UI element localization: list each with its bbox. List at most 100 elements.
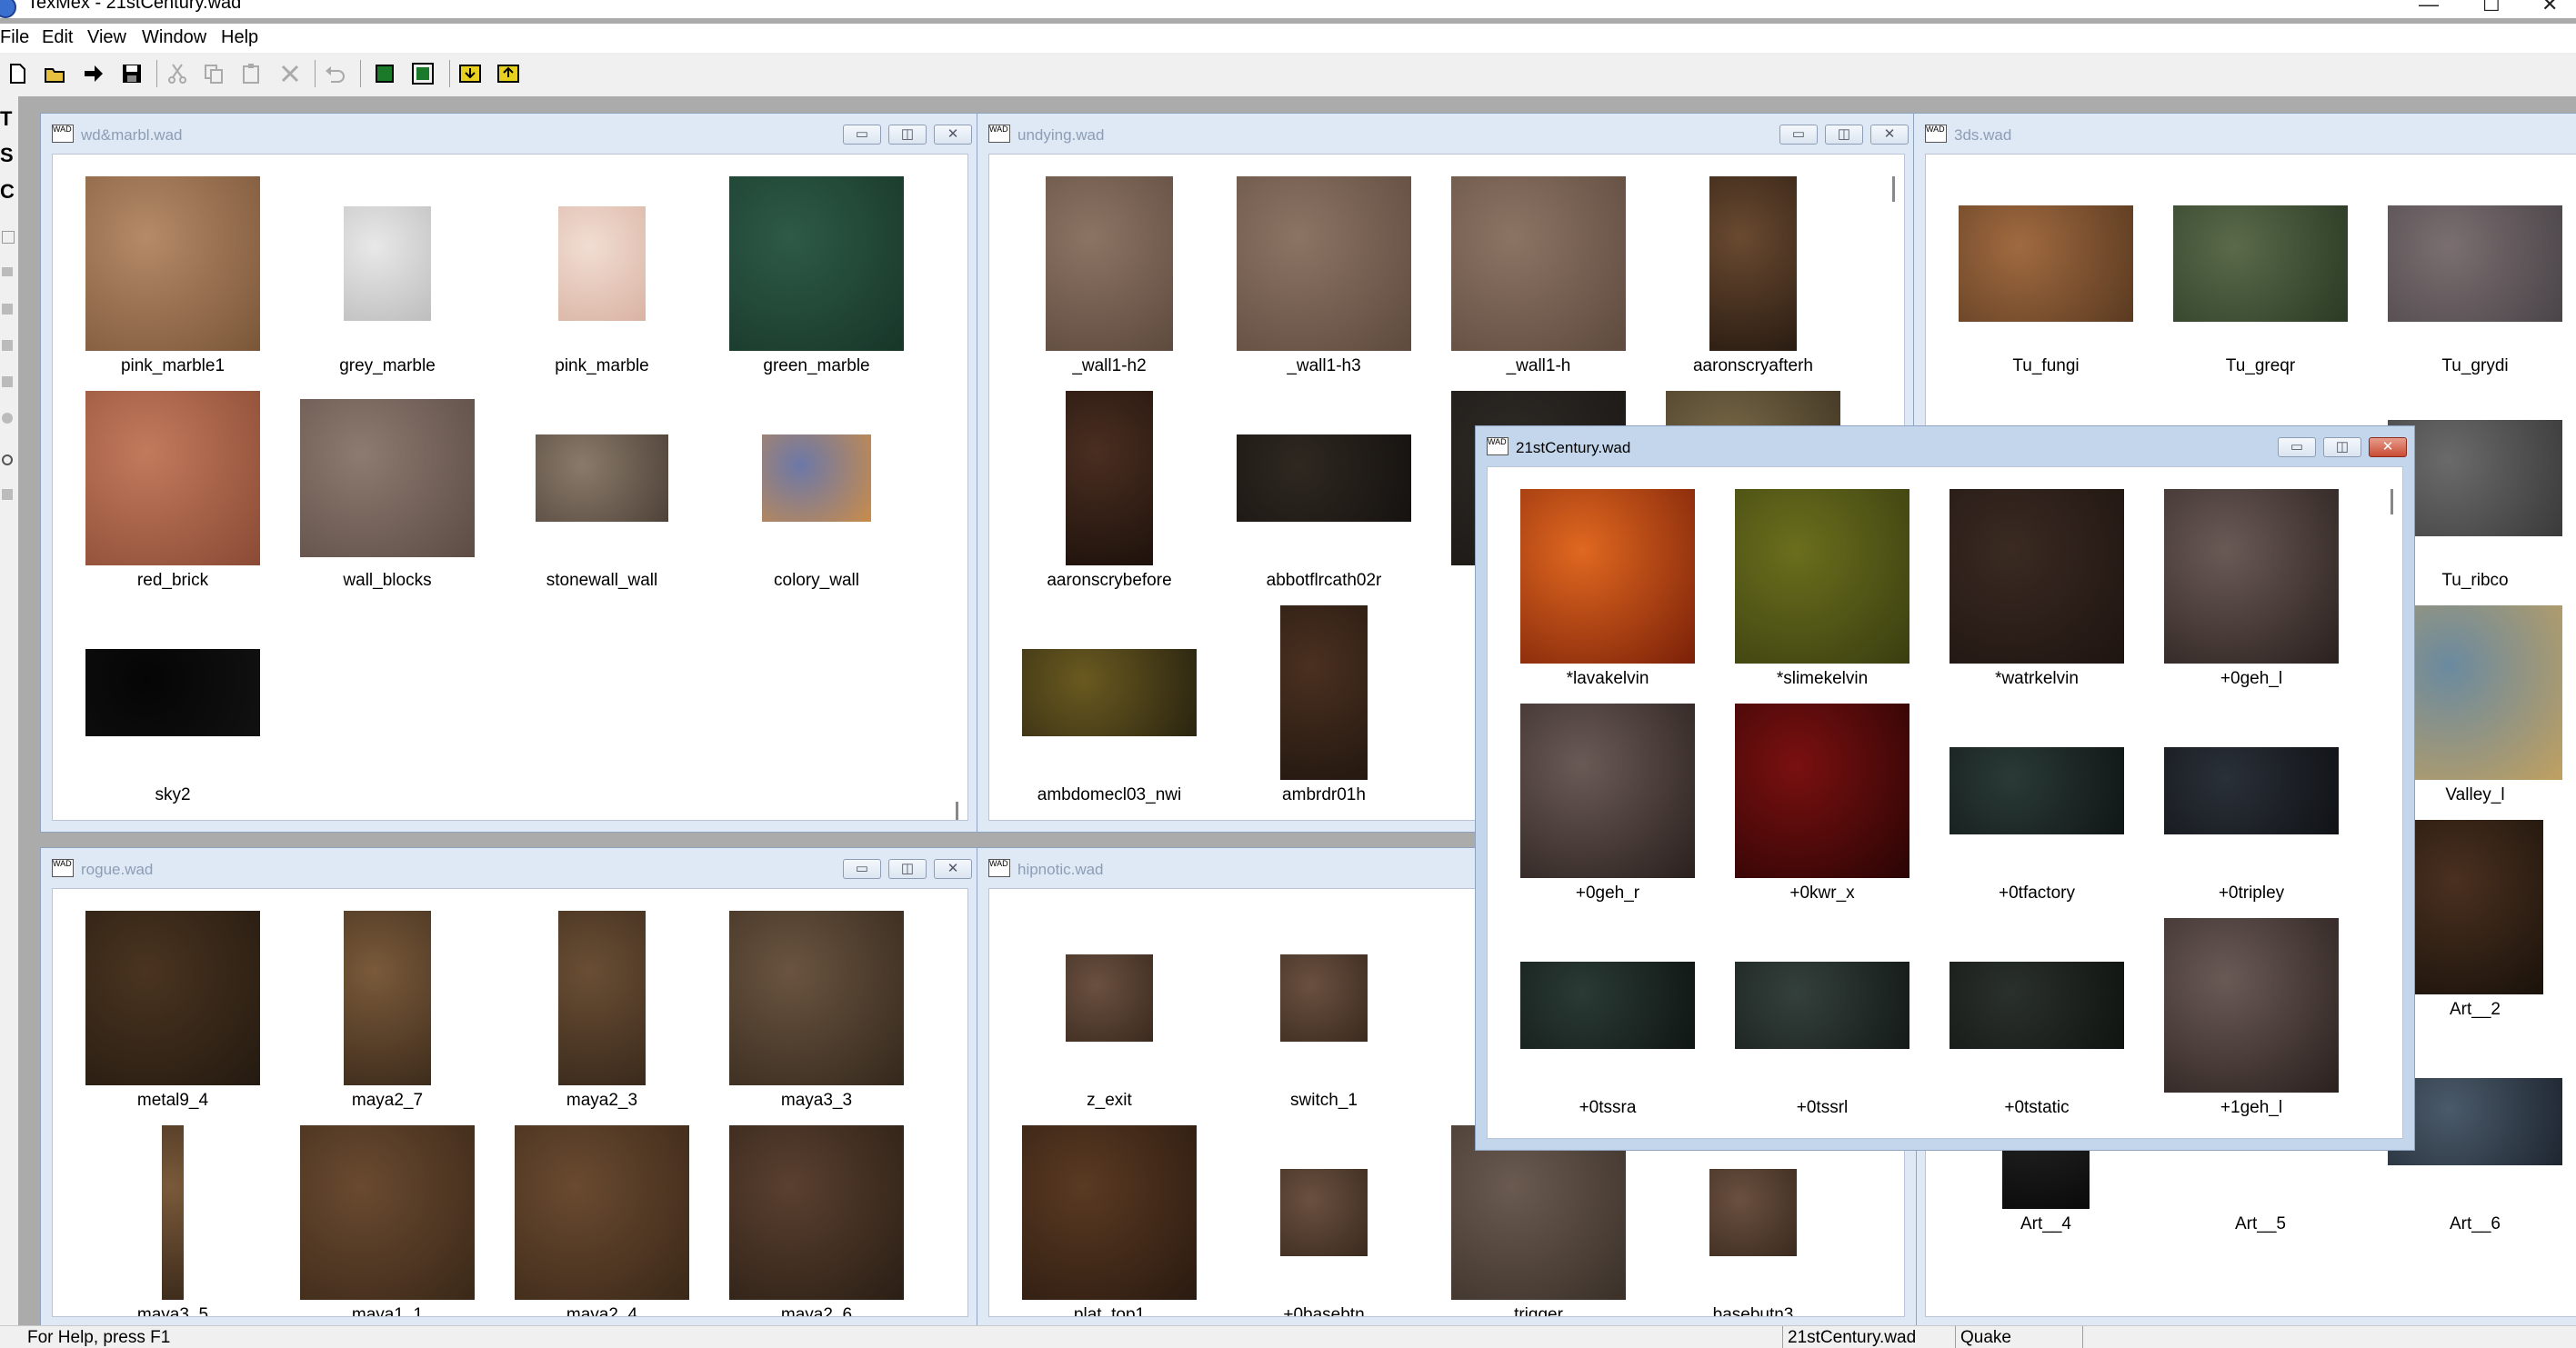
texture-tile[interactable]: green_marble: [709, 167, 924, 382]
texture-thumbnail[interactable]: [729, 176, 904, 351]
close-icon[interactable]: ✕: [2541, 0, 2558, 16]
fit-texture-icon[interactable]: [373, 62, 396, 85]
texture-thumbnail[interactable]: [2164, 918, 2339, 1093]
texture-thumbnail[interactable]: [1520, 704, 1695, 878]
wad-window-wd-marbl[interactable]: WAD wd&marbl.wad ▭ ◫ ✕ pink_marble1 grey_…: [40, 113, 980, 833]
texture-thumbnail[interactable]: [2164, 489, 2339, 664]
maximize-icon[interactable]: ☐: [2482, 0, 2501, 16]
texture-tile[interactable]: metal9_4: [65, 902, 280, 1116]
window-close-button[interactable]: ✕: [2369, 437, 2407, 457]
texture-tile[interactable]: ambdomecl03_nwi: [1002, 596, 1217, 811]
tool-icon[interactable]: [2, 489, 13, 500]
texture-thumbnail[interactable]: [1237, 434, 1411, 522]
texture-tile[interactable]: +0tssrl: [1715, 909, 1929, 1123]
texture-tile[interactable]: +0kwr_x: [1715, 694, 1929, 909]
window-caption[interactable]: WAD rogue.wad ▭ ◫ ✕: [41, 848, 979, 888]
texture-tile[interactable]: aaronscrybefore: [1002, 382, 1217, 596]
texture-thumbnail[interactable]: [1520, 962, 1695, 1049]
gear-icon[interactable]: [2, 413, 13, 424]
arrow-right-icon[interactable]: [82, 62, 105, 85]
texture-tile[interactable]: *watrkelvin: [1929, 480, 2144, 694]
texture-thumbnail[interactable]: [1280, 605, 1368, 780]
texture-tile[interactable]: grey_marble: [280, 167, 495, 382]
texture-thumbnail[interactable]: [1709, 176, 1797, 351]
window-maximize-button[interactable]: ◫: [888, 125, 927, 145]
export-icon[interactable]: [496, 62, 520, 85]
texture-thumbnail[interactable]: [1709, 1169, 1797, 1256]
texture-tile[interactable]: +0geh_r: [1500, 694, 1715, 909]
texture-thumbnail[interactable]: [2388, 205, 2562, 322]
texture-thumbnail[interactable]: [344, 206, 431, 321]
wad-window-21stcentury[interactable]: WAD 21stCentury.wad ▭ ◫ ✕ *lavakelvin *sl…: [1475, 425, 2415, 1151]
window-caption[interactable]: WAD 3ds.wad: [1914, 114, 2576, 154]
texture-thumbnail[interactable]: [1950, 747, 2124, 834]
texture-thumbnail[interactable]: [344, 911, 431, 1085]
texture-thumbnail[interactable]: [1451, 176, 1626, 351]
texture-thumbnail[interactable]: [1735, 489, 1909, 664]
texture-tile[interactable]: +0geh_l: [2144, 480, 2359, 694]
tool-c[interactable]: C: [0, 182, 15, 202]
texture-thumbnail[interactable]: [85, 649, 260, 736]
texture-thumbnail[interactable]: [762, 434, 871, 522]
texture-thumbnail[interactable]: [1022, 649, 1197, 736]
window-minimize-button[interactable]: ▭: [843, 859, 881, 879]
texture-thumbnail[interactable]: [300, 1125, 475, 1300]
texture-tile[interactable]: Tu_greqr: [2153, 167, 2368, 382]
texture-thumbnail[interactable]: [1237, 176, 1411, 351]
tool-t[interactable]: T: [0, 109, 13, 129]
tool-icon[interactable]: [2, 340, 13, 351]
texture-tile[interactable]: *lavakelvin: [1500, 480, 1715, 694]
texture-tile[interactable]: pink_marble: [495, 167, 709, 382]
texture-thumbnail[interactable]: [1280, 954, 1368, 1042]
scrollbar-thumb[interactable]: [956, 802, 958, 820]
wad-window-rogue[interactable]: WAD rogue.wad ▭ ◫ ✕ metal9_4 maya2_7 maya2…: [40, 847, 980, 1329]
texture-thumbnail[interactable]: [1022, 1125, 1197, 1300]
tool-icon[interactable]: [2, 267, 13, 276]
texture-tile[interactable]: aaronscryafterh: [1646, 167, 1860, 382]
menu-edit[interactable]: Edit: [42, 27, 73, 48]
texture-tile[interactable]: z_exit: [1002, 902, 1217, 1116]
texture-tile[interactable]: +0tstatic: [1929, 909, 2144, 1123]
texture-thumbnail[interactable]: [1520, 489, 1695, 664]
texture-thumbnail[interactable]: [1066, 954, 1153, 1042]
texture-tile[interactable]: switch_1: [1217, 902, 1431, 1116]
window-caption[interactable]: WAD undying.wad ▭ ◫ ✕: [977, 114, 1916, 154]
texture-thumbnail[interactable]: [536, 434, 668, 522]
texture-tile[interactable]: sky2: [65, 596, 280, 811]
menu-file[interactable]: File: [0, 27, 29, 48]
texture-thumbnail[interactable]: [729, 1125, 904, 1300]
texture-tile[interactable]: +0tripley: [2144, 694, 2359, 909]
window-close-button[interactable]: ✕: [1870, 125, 1909, 145]
texture-tile[interactable]: red_brick: [65, 382, 280, 596]
texture-thumbnail[interactable]: [85, 176, 260, 351]
window-maximize-button[interactable]: ◫: [1825, 125, 1863, 145]
texture-thumbnail[interactable]: [1959, 205, 2133, 322]
texture-tile[interactable]: *slimekelvin: [1715, 480, 1929, 694]
menu-help[interactable]: Help: [221, 27, 258, 48]
texture-tile[interactable]: Tu_grydi: [2368, 167, 2576, 382]
texture-tile[interactable]: maya2_3: [495, 902, 709, 1116]
texture-tile[interactable]: maya3_5: [65, 1116, 280, 1316]
texture-thumbnail[interactable]: [1950, 489, 2124, 664]
window-close-button[interactable]: ✕: [934, 125, 972, 145]
scrollbar-thumb[interactable]: [1892, 176, 1895, 202]
texture-thumbnail[interactable]: [515, 1125, 689, 1300]
texture-tile[interactable]: wall_blocks: [280, 382, 495, 596]
window-close-button[interactable]: ✕: [934, 859, 972, 879]
texture-thumbnail[interactable]: [2173, 205, 2348, 322]
texture-thumbnail[interactable]: [1451, 1125, 1626, 1300]
texture-thumbnail[interactable]: [1046, 176, 1173, 351]
texture-tile[interactable]: +0basebtn: [1217, 1116, 1431, 1316]
minimize-icon[interactable]: —: [2419, 0, 2439, 16]
window-minimize-button[interactable]: ▭: [1779, 125, 1818, 145]
scrollbar-thumb[interactable]: [2391, 489, 2393, 514]
texture-tile[interactable]: +0tfactory: [1929, 694, 2144, 909]
texture-thumbnail[interactable]: [558, 206, 646, 321]
texture-tile[interactable]: +0tssra: [1500, 909, 1715, 1123]
texture-tile[interactable]: maya1_1: [280, 1116, 495, 1316]
texture-tile[interactable]: maya2_6: [709, 1116, 924, 1316]
zoom-icon[interactable]: [2, 454, 13, 465]
open-folder-icon[interactable]: [44, 62, 67, 85]
new-file-icon[interactable]: [5, 62, 29, 85]
texture-thumbnail[interactable]: [558, 911, 646, 1085]
